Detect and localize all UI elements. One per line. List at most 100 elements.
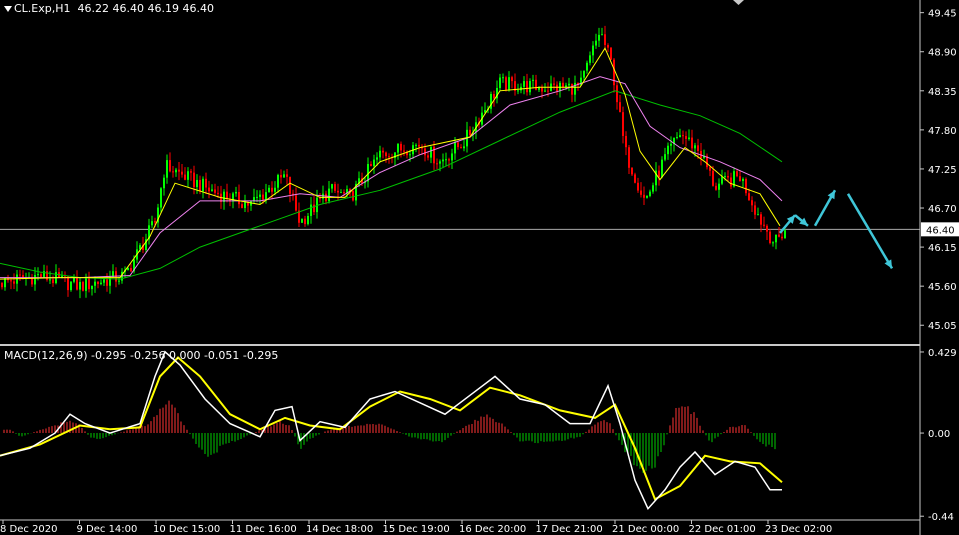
bear-candle (760, 214, 762, 225)
bear-candle (262, 194, 264, 200)
bull-candle (256, 196, 258, 198)
bear-candle (511, 77, 513, 82)
time-tick-label: 23 Dec 02:00 (765, 524, 832, 535)
price-tick-label: 48.35 (928, 87, 957, 98)
time-tick-label: 10 Dec 15:00 (153, 524, 220, 535)
price-tick-label: 45.05 (928, 321, 957, 332)
bull-candle (223, 191, 225, 202)
bear-candle (682, 135, 684, 137)
macd-tick-label: -0.44 (928, 512, 954, 523)
bear-candle (19, 274, 21, 276)
bull-candle (175, 169, 177, 173)
bear-candle (778, 234, 780, 237)
bull-candle (94, 281, 96, 286)
bull-candle (583, 70, 585, 78)
macd-tick-label: 0.429 (928, 348, 957, 359)
bull-candle (757, 214, 759, 216)
bull-candle (49, 279, 51, 281)
bull-candle (373, 159, 375, 167)
bull-candle (259, 194, 261, 197)
bear-candle (730, 177, 732, 187)
bear-candle (241, 204, 243, 209)
bull-candle (34, 274, 36, 285)
bull-candle (91, 285, 93, 290)
bull-candle (544, 90, 546, 92)
price-tick-label: 45.60 (928, 282, 957, 293)
bull-candle (586, 62, 588, 71)
bull-candle (310, 204, 312, 216)
bear-candle (1, 282, 3, 288)
bull-candle (328, 188, 330, 202)
bear-candle (637, 182, 639, 191)
bear-candle (691, 137, 693, 149)
bear-candle (418, 144, 420, 147)
menu-triangle-icon[interactable] (4, 6, 12, 12)
bull-candle (283, 174, 285, 178)
bull-candle (517, 90, 519, 92)
bull-candle (646, 195, 648, 198)
bull-candle (235, 191, 237, 194)
bear-candle (199, 179, 201, 192)
bull-candle (73, 277, 75, 282)
bull-candle (100, 282, 102, 284)
bear-candle (172, 171, 174, 173)
time-tick-label: 9 Dec 14:00 (77, 524, 138, 535)
bull-candle (379, 150, 381, 158)
bull-candle (592, 45, 594, 56)
bear-candle (769, 231, 771, 244)
bull-candle (724, 176, 726, 178)
bull-candle (502, 77, 504, 79)
bear-candle (238, 191, 240, 205)
bear-candle (631, 167, 633, 175)
bear-candle (643, 194, 645, 198)
bull-candle (340, 192, 342, 194)
bull-candle (163, 177, 165, 189)
time-tick-label: 11 Dec 16:00 (230, 524, 297, 535)
bear-candle (604, 34, 606, 46)
bear-candle (727, 176, 729, 178)
bear-candle (67, 276, 69, 291)
bear-candle (205, 178, 207, 188)
bull-candle (463, 146, 465, 149)
bull-candle (598, 34, 600, 41)
bull-candle (532, 79, 534, 82)
price-tick-label: 47.25 (928, 165, 957, 176)
bear-candle (169, 160, 171, 172)
bear-candle (505, 77, 507, 90)
bull-candle (187, 171, 189, 180)
bear-candle (13, 281, 15, 284)
bear-candle (535, 79, 537, 90)
time-tick-label: 8 Dec 2020 (0, 524, 58, 535)
bear-candle (424, 148, 426, 156)
bull-candle (118, 280, 120, 282)
bear-candle (184, 174, 186, 180)
bull-candle (445, 159, 447, 161)
bear-candle (616, 85, 618, 103)
bear-candle (622, 112, 624, 136)
bear-candle (751, 200, 753, 206)
bull-candle (454, 142, 456, 154)
chart-canvas[interactable]: 49.45 48.90 48.35 47.80 47.25 46.70 46.15 45.60… (0, 0, 959, 535)
bear-candle (697, 145, 699, 151)
bull-candle (649, 191, 651, 196)
bull-candle (568, 83, 570, 86)
bull-candle (409, 154, 411, 156)
bear-candle (781, 236, 783, 239)
bull-candle (523, 81, 525, 87)
bull-candle (451, 153, 453, 161)
bear-candle (181, 171, 183, 175)
bull-candle (772, 242, 774, 244)
bear-candle (547, 90, 549, 92)
bull-candle (694, 145, 696, 149)
bear-candle (634, 174, 636, 183)
bear-candle (295, 195, 297, 211)
bull-candle (244, 202, 246, 209)
bear-candle (448, 159, 450, 161)
bull-candle (37, 274, 39, 276)
bull-candle (688, 137, 690, 139)
bear-candle (88, 278, 90, 290)
price-tick-label: 49.45 (928, 9, 957, 20)
bull-candle (61, 275, 63, 278)
bear-candle (385, 152, 387, 157)
price-tick-label: 46.15 (928, 243, 957, 254)
